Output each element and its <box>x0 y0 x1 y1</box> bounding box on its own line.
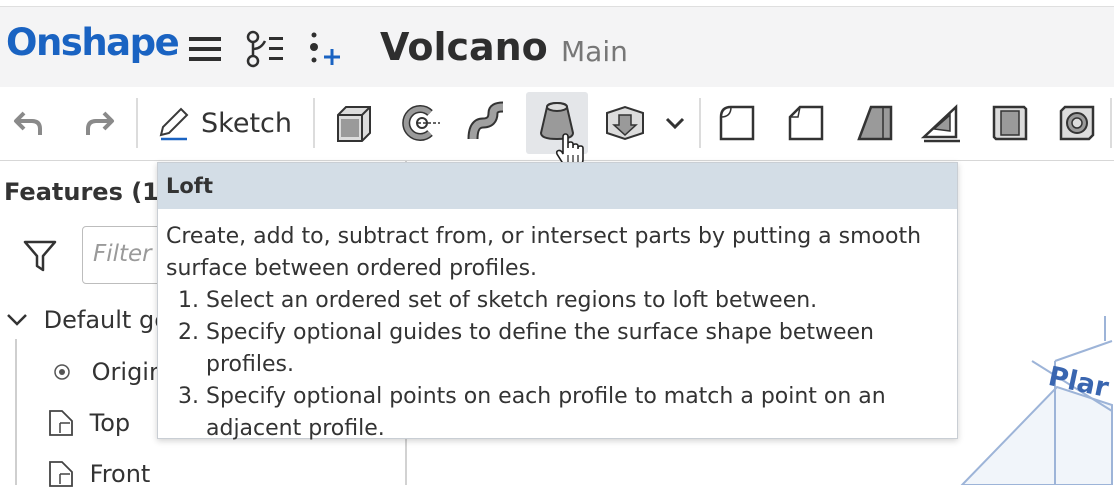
insert-icon[interactable] <box>304 27 348 71</box>
thicken-icon <box>606 105 644 141</box>
undo-button[interactable] <box>6 92 52 154</box>
origin-icon <box>54 364 70 380</box>
tooltip-step: Specify optional guides to define the su… <box>206 317 946 381</box>
tree-item-top[interactable]: Top <box>46 408 130 438</box>
document-title[interactable]: Volcano <box>380 25 548 69</box>
undo-icon <box>14 111 42 135</box>
window-top-edge <box>0 0 1114 7</box>
version-history-icon[interactable] <box>243 27 287 71</box>
plane-icon <box>49 410 73 436</box>
tooltip-description: Create, add to, subtract from, or inters… <box>166 224 922 281</box>
branch-name[interactable]: Main <box>561 35 628 68</box>
tooltip-step: Specify optional points on each profile … <box>206 381 946 445</box>
sketch-label: Sketch <box>201 107 292 139</box>
thicken-button[interactable] <box>601 92 649 154</box>
tree-item-label: Front <box>89 460 151 488</box>
rib-icon <box>920 104 960 143</box>
rib-button[interactable] <box>918 92 966 154</box>
draft-button[interactable] <box>851 92 899 154</box>
redo-button[interactable] <box>76 92 122 154</box>
shell-icon <box>992 105 1028 141</box>
hole-button[interactable] <box>1053 92 1101 154</box>
sketch-button[interactable]: Sketch <box>150 92 295 154</box>
shell-button[interactable] <box>986 92 1034 154</box>
menu-icon[interactable] <box>183 27 227 71</box>
tree-guide-line <box>15 339 17 485</box>
redo-icon <box>86 111 114 135</box>
toolbar-separator <box>1110 98 1112 148</box>
toolbar-separator <box>136 98 138 148</box>
chevron-down-icon <box>665 117 685 130</box>
tree-item-label: Default ge <box>43 306 169 334</box>
tree-item-label: Top <box>89 409 131 437</box>
toolbar-separator <box>699 98 701 148</box>
tooltip-title: Loft <box>166 174 213 198</box>
filter-placeholder: Filter <box>93 241 152 267</box>
chamfer-button[interactable] <box>782 92 830 154</box>
chamfer-icon <box>788 105 824 141</box>
sweep-icon <box>467 101 504 140</box>
tree-item-default-geometry[interactable]: Default ge <box>4 305 169 334</box>
filter-icon[interactable] <box>22 239 58 277</box>
extrude-icon <box>337 106 371 142</box>
extrude-button[interactable] <box>329 92 379 154</box>
tree-item-origin[interactable]: Origin <box>50 357 164 386</box>
chevron-down-icon <box>7 314 27 326</box>
onshape-logo[interactable]: Onshape <box>6 21 180 64</box>
tooltip-step: Select an ordered set of sketch regions … <box>206 285 946 317</box>
sweep-button[interactable] <box>463 92 515 154</box>
draft-icon <box>857 105 893 141</box>
revolve-icon <box>402 105 440 141</box>
tooltip-steps: Select an ordered set of sketch regions … <box>166 285 946 445</box>
toolbar-separator <box>313 98 315 148</box>
revolve-button[interactable] <box>396 92 448 154</box>
hole-icon <box>1059 105 1095 141</box>
fillet-icon <box>719 105 755 141</box>
tooltip-body: Create, add to, subtract from, or inters… <box>166 221 946 445</box>
app-header: Onshape Volcano Main <box>0 7 1114 87</box>
sketch-pencil-icon <box>159 107 189 141</box>
more-tools-dropdown[interactable] <box>660 92 690 154</box>
tooltip-header: Loft <box>158 163 957 209</box>
tree-item-label: Origin <box>91 358 165 386</box>
loft-tooltip: Loft Create, add to, subtract from, or i… <box>157 162 958 441</box>
fillet-button[interactable] <box>713 92 761 154</box>
